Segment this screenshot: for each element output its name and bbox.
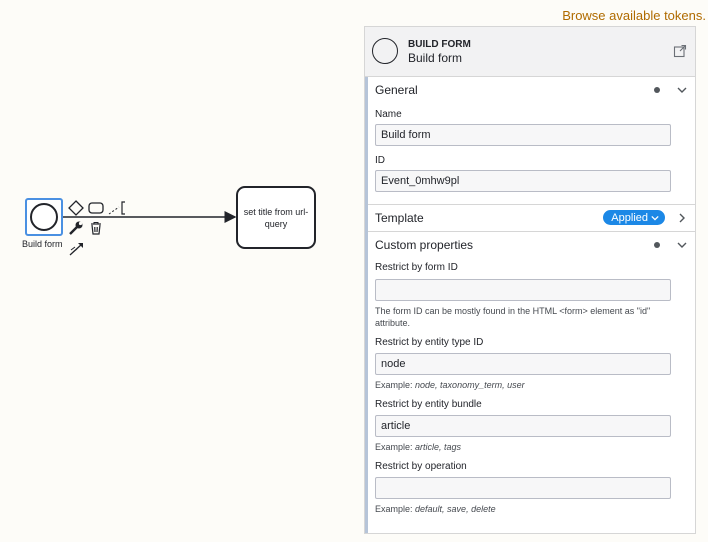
browse-tokens-link[interactable]: Browse available tokens. (562, 8, 706, 23)
entity-type-label: Restrict by entity type ID (375, 337, 484, 348)
name-entry: Name Build form (368, 109, 695, 146)
gateway-icon[interactable] (68, 200, 84, 216)
form-id-label: Restrict by form ID (375, 262, 458, 273)
bundle-description: Example: article, tags (375, 442, 462, 452)
entity-type-description: Example: node, taxonomy_term, user (375, 380, 525, 390)
form-id-input[interactable] (375, 279, 671, 301)
entity-type-input[interactable]: node (375, 353, 671, 375)
bundle-entry: Restrict by entity bundle article Exampl… (368, 399, 695, 453)
annotation-icon[interactable] (108, 200, 128, 216)
sequence-flow[interactable] (0, 0, 362, 542)
panel-body: General Name Build form ID Event_0mhw9pl… (365, 77, 695, 533)
connect-icon[interactable] (68, 240, 84, 256)
chevron-down-icon (651, 215, 659, 221)
entity-type-entry: Restrict by entity type ID node Example:… (368, 337, 695, 391)
task-icon[interactable] (88, 200, 104, 216)
group-custom-title: Custom properties (375, 238, 474, 252)
id-entry: ID Event_0mhw9pl (368, 155, 695, 192)
bundle-input[interactable]: article (375, 415, 671, 437)
chevron-right-icon[interactable] (677, 213, 687, 223)
wrench-icon[interactable] (68, 220, 84, 236)
external-link-icon[interactable] (673, 44, 687, 58)
operation-entry: Restrict by operation Example: default, … (368, 461, 695, 515)
start-event-icon (372, 38, 398, 64)
group-template-title: Template (375, 211, 424, 225)
data-marker-icon (654, 87, 660, 93)
panel-header: BUILD FORM Build form (365, 27, 695, 77)
id-label: ID (375, 155, 385, 166)
applied-badge-label: Applied (611, 211, 648, 224)
start-event-label: Build form (22, 239, 63, 249)
operation-label: Restrict by operation (375, 461, 467, 472)
delete-icon[interactable] (88, 220, 104, 236)
chevron-down-icon[interactable] (677, 85, 687, 95)
form-id-description: The form ID can be mostly found in the H… (375, 306, 651, 328)
start-event-selected[interactable] (25, 198, 63, 236)
group-general-title: General (375, 83, 418, 97)
properties-panel: BUILD FORM Build form General Name Build… (364, 26, 696, 534)
element-type: BUILD FORM (408, 39, 471, 50)
applied-badge[interactable]: Applied (603, 210, 665, 225)
name-label: Name (375, 109, 402, 120)
context-pad (68, 200, 130, 258)
name-input[interactable]: Build form (375, 124, 671, 146)
element-name: Build form (408, 51, 463, 65)
diagram-canvas[interactable]: Build form set title from url-query (0, 0, 362, 542)
task-set-title[interactable]: set title from url-query (236, 186, 316, 249)
task-label: set title from url-query (243, 206, 309, 229)
bundle-label: Restrict by entity bundle (375, 399, 482, 410)
start-event-circle (30, 203, 58, 231)
form-id-entry: Restrict by form ID The form ID can be m… (368, 262, 695, 329)
group-custom-header[interactable]: Custom properties (368, 232, 695, 258)
chevron-down-icon[interactable] (677, 240, 687, 250)
group-template-header[interactable]: Template Applied (368, 205, 695, 231)
operation-input[interactable] (375, 477, 671, 499)
id-input[interactable]: Event_0mhw9pl (375, 170, 671, 192)
operation-description: Example: default, save, delete (375, 504, 496, 514)
group-general-header[interactable]: General (368, 77, 695, 103)
data-marker-icon (654, 242, 660, 248)
